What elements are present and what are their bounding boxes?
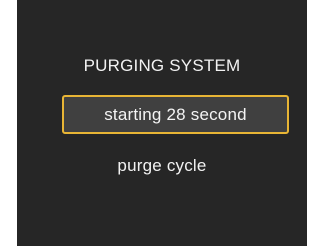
purge-display-screen: PURGING SYSTEM starting 28 second purge … <box>17 0 307 246</box>
status-box: starting 28 second <box>62 95 289 134</box>
cycle-label: purge cycle <box>117 156 207 175</box>
status-text: starting 28 second <box>104 104 247 124</box>
screen-title: PURGING SYSTEM <box>83 56 241 75</box>
